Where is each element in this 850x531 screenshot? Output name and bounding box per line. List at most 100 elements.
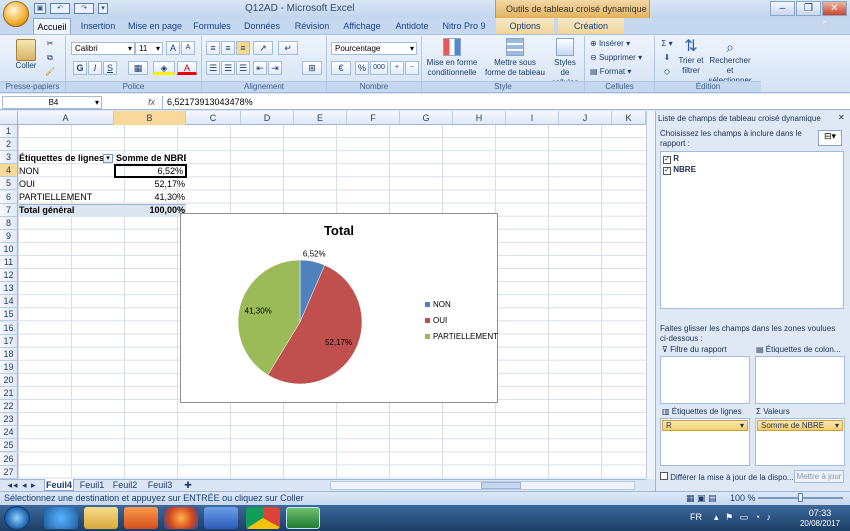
- ie-icon[interactable]: [44, 507, 78, 529]
- tab-nitro[interactable]: Nitro Pro 9: [438, 18, 490, 34]
- copy-icon[interactable]: ⧉: [44, 52, 56, 64]
- pane-close-icon[interactable]: ✕: [838, 113, 845, 122]
- row-header[interactable]: 10: [0, 242, 18, 256]
- row-header[interactable]: 8: [0, 216, 18, 230]
- zoom-slider-thumb[interactable]: [798, 493, 803, 502]
- language-indicator[interactable]: FR: [690, 512, 702, 522]
- new-sheet-icon[interactable]: ✚: [180, 479, 196, 491]
- tab-insertion[interactable]: Insertion: [76, 18, 120, 34]
- row-header[interactable]: 25: [0, 439, 18, 453]
- field-r[interactable]: ✓ R: [663, 154, 679, 164]
- tab-options[interactable]: Options: [496, 18, 554, 34]
- insert-button[interactable]: ⊕ Insérer ▾: [589, 38, 649, 50]
- thousands-button[interactable]: 000: [370, 61, 388, 75]
- column-header[interactable]: E: [294, 111, 347, 125]
- tray-icons[interactable]: ▴ ⚑ ▭ ◔ ♪: [714, 512, 773, 523]
- row-header[interactable]: 22: [0, 400, 18, 414]
- pivot-total-value[interactable]: 100,00%: [114, 204, 185, 217]
- pie-chart[interactable]: Total 6,52% 52,17% 41,30% NON OUI PARTIELLEM…: [180, 213, 498, 403]
- row-header[interactable]: 7: [0, 203, 18, 217]
- column-labels-zone[interactable]: [755, 356, 845, 404]
- checkbox-checked-icon[interactable]: ✓: [663, 156, 671, 164]
- media-player-icon[interactable]: [124, 507, 158, 529]
- fill-color-icon[interactable]: ◈: [153, 61, 175, 75]
- save-icon[interactable]: ▣: [34, 3, 46, 14]
- align-right-icon[interactable]: ☰: [236, 61, 250, 75]
- update-button[interactable]: Mettre à jour: [794, 470, 844, 483]
- row-header[interactable]: 2: [0, 138, 18, 152]
- row-header[interactable]: 9: [0, 229, 18, 243]
- grow-font-button[interactable]: A: [166, 41, 180, 55]
- row-header[interactable]: 20: [0, 373, 18, 387]
- chrome-icon[interactable]: [246, 507, 280, 529]
- font-name-select[interactable]: Calibri ▾: [71, 42, 135, 55]
- clock-time[interactable]: 07:33: [800, 508, 840, 518]
- field-nbre[interactable]: ✓ NBRE: [663, 165, 696, 175]
- clear-icon[interactable]: ◇: [658, 66, 676, 78]
- decrease-indent-icon[interactable]: ⇤: [253, 61, 267, 75]
- clock-date[interactable]: 20/08/2017: [793, 519, 847, 528]
- office-button[interactable]: [3, 1, 29, 27]
- column-header[interactable]: C: [186, 111, 241, 125]
- fill-icon[interactable]: ⬇: [658, 52, 676, 64]
- align-center-icon[interactable]: ☰: [221, 61, 235, 75]
- formula-input[interactable]: 6,52173913043478%: [167, 97, 253, 107]
- row-header[interactable]: 27: [0, 465, 18, 479]
- column-header[interactable]: J: [559, 111, 612, 125]
- row-header[interactable]: 24: [0, 426, 18, 440]
- column-header[interactable]: A: [18, 111, 114, 125]
- sheet-tab-feuil2[interactable]: Feuil2: [110, 479, 140, 491]
- sort-filter-button[interactable]: ⇅ Trier et filtrer: [677, 37, 705, 81]
- zoom-level[interactable]: 100 %: [730, 493, 756, 503]
- row-field-r[interactable]: R ▾: [662, 420, 748, 431]
- start-button[interactable]: [4, 506, 30, 530]
- percent-button[interactable]: %: [355, 61, 369, 75]
- view-buttons-icon[interactable]: ▦ ▣ ▤: [686, 493, 717, 504]
- column-header[interactable]: K: [612, 111, 646, 125]
- column-header[interactable]: I: [506, 111, 559, 125]
- scrollbar-thumb[interactable]: [481, 482, 521, 489]
- redo-icon[interactable]: ↷: [74, 3, 94, 14]
- underline-button[interactable]: S: [103, 61, 117, 75]
- row-header[interactable]: 13: [0, 282, 18, 296]
- checkbox-checked-icon[interactable]: ✓: [663, 167, 671, 175]
- row-header[interactable]: 26: [0, 452, 18, 466]
- align-left-icon[interactable]: ☰: [206, 61, 220, 75]
- pivot-value-cell[interactable]: 41,30%: [114, 191, 185, 204]
- checkbox-unchecked-icon[interactable]: [660, 472, 668, 480]
- column-header[interactable]: D: [241, 111, 294, 125]
- name-box[interactable]: B4 ▾: [2, 96, 102, 109]
- sheet-tab-feuil4[interactable]: Feuil4: [44, 479, 74, 491]
- row-header[interactable]: 18: [0, 347, 18, 361]
- sheet-tab-feuil3[interactable]: Feuil3: [145, 479, 175, 491]
- excel-icon[interactable]: [286, 507, 320, 529]
- column-header[interactable]: B: [114, 111, 186, 125]
- sheet-nav-icon[interactable]: ◂◂ ◂ ▸ ▸▸: [2, 479, 42, 502]
- row-header[interactable]: 4: [0, 164, 18, 178]
- pivot-total-label[interactable]: Total général: [19, 204, 114, 217]
- tab-accueil[interactable]: Accueil: [33, 18, 71, 34]
- tab-creation[interactable]: Création: [558, 18, 624, 34]
- row-header[interactable]: 6: [0, 190, 18, 204]
- row-header[interactable]: 23: [0, 413, 18, 427]
- increase-decimal-icon[interactable]: ⁺: [390, 61, 404, 75]
- cell-styles-button[interactable]: Styles de cellules: [548, 37, 582, 87]
- merge-cells-icon[interactable]: ⊞: [302, 61, 322, 75]
- tab-formules[interactable]: Formules: [190, 18, 234, 34]
- help-icon[interactable]: ❔: [820, 21, 831, 32]
- report-filter-zone[interactable]: [660, 356, 750, 404]
- column-header[interactable]: F: [347, 111, 400, 125]
- sheet-tab-feuil1[interactable]: Feuil1: [77, 479, 107, 491]
- increase-indent-icon[interactable]: ⇥: [268, 61, 282, 75]
- number-format-select[interactable]: Pourcentage ▾: [331, 42, 417, 55]
- row-header[interactable]: 15: [0, 308, 18, 322]
- row-header[interactable]: 1: [0, 125, 18, 138]
- tab-donnees[interactable]: Données: [240, 18, 284, 34]
- conditional-format-button[interactable]: Mise en forme conditionnelle: [424, 37, 480, 81]
- close-icon[interactable]: ✕: [822, 1, 847, 16]
- align-middle-icon[interactable]: ≡: [221, 41, 235, 55]
- currency-icon[interactable]: €: [331, 61, 351, 75]
- pivot-value-cell[interactable]: 52,17%: [114, 178, 185, 191]
- minimize-icon[interactable]: –: [770, 1, 795, 16]
- format-as-table-button[interactable]: Mettre sous forme de tableau: [482, 37, 548, 81]
